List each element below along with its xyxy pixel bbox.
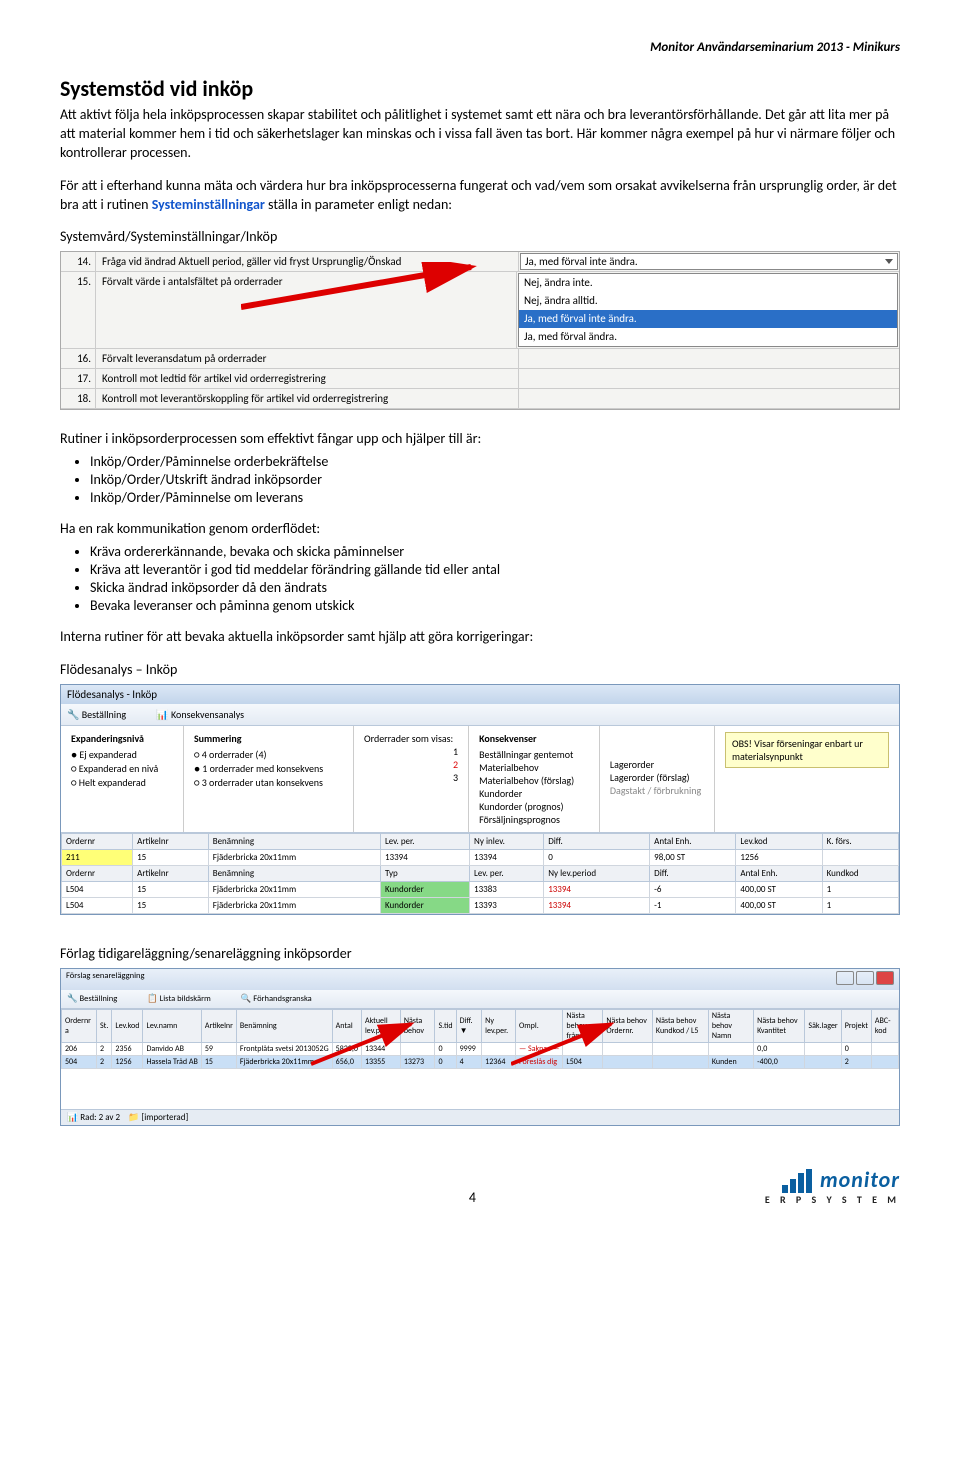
setting-num: 15.	[61, 272, 96, 348]
list-item: Kräva ordererkännande, bevaka och skicka…	[90, 543, 900, 560]
lager-item: Lagerorder	[610, 758, 704, 771]
table-row[interactable]: 20622356 Danvido AB59Frontplåta svetsi 2…	[62, 1042, 899, 1055]
setting-current-value: Ja, med förval inte ändra.	[525, 255, 638, 268]
setting-num: 18.	[61, 389, 96, 408]
kons-item: Kundorder	[479, 787, 589, 800]
setting-text: Kontroll mot ledtid för artikel vid orde…	[96, 369, 519, 388]
window-controls[interactable]	[834, 971, 894, 988]
chevron-down-icon[interactable]	[885, 259, 893, 264]
paragraph-2: För att i efterhand kunna mäta och värde…	[60, 177, 900, 215]
col-head: Expanderingsnivå	[71, 732, 173, 745]
col-sub: Beställningar gentemot	[479, 748, 589, 761]
forslag-grid: Ordernr aSt.Lev.kod Lev.namnArtikelnrBen…	[61, 1009, 899, 1069]
table-row[interactable]: 21115Fjäderbricka 20x11mm 13394133940 98…	[62, 849, 899, 865]
dropdown-option-selected[interactable]: Ja, med förval inte ändra.	[519, 310, 897, 328]
toolbar-tab[interactable]: 🔧 Beställning	[67, 708, 140, 721]
dropdown-options[interactable]: Nej, ändra inte. Nej, ändra alltid. Ja, …	[517, 272, 899, 348]
toolbar-tab[interactable]: 📊 Konsekvensanalys	[156, 708, 258, 721]
komm-list: Kräva ordererkännande, bevaka och skicka…	[90, 543, 900, 614]
list-item: Inköp/Order/Påminnelse orderbekräftelse	[90, 453, 900, 470]
forslag-heading: Förlag tidigareläggning/senareläggning i…	[60, 945, 900, 964]
list-item: Inköp/Order/Påminnelse om leverans	[90, 489, 900, 506]
obs-note: OBS! Visar förseningar enbart ur materia…	[725, 732, 889, 768]
interna-text: Interna rutiner för att bevaka aktuella …	[60, 628, 900, 647]
status-bar: 📊 Rad: 2 av 2 📁 [importerad]	[61, 1109, 899, 1125]
settings-path: Systemvård/Systeminställningar/Inköp	[60, 228, 900, 247]
page-number: 4	[180, 1189, 765, 1206]
list-item: Bevaka leveranser och påminna genom utsk…	[90, 597, 900, 614]
table-row[interactable]: L50415Fjäderbricka 20x11mm Kundorder1338…	[62, 881, 899, 897]
komm-intro: Ha en rak kommunikation genom orderflöde…	[60, 520, 900, 539]
flow-heading: Flödesanalys – Inköp	[60, 661, 900, 680]
flow-screenshot: Flödesanalys - Inköp 🔧 Beställning 📊 Kon…	[60, 684, 900, 915]
dropdown-option[interactable]: Nej, ändra inte.	[519, 274, 897, 292]
setting-value-area[interactable]: Ja, med förval inte ändra.	[519, 252, 899, 271]
list-item: Skicka ändrad inköpsorder då den ändrats	[90, 579, 900, 596]
rutiner-intro: Rutiner i inköpsorderprocessen som effek…	[60, 430, 900, 449]
rutiner-list: Inköp/Order/Påminnelse orderbekräftelse …	[90, 453, 900, 506]
radio-option[interactable]: 4 orderrader (4)	[194, 748, 343, 761]
table-row[interactable]: L50415Fjäderbricka 20x11mm Kundorder1339…	[62, 897, 899, 913]
setting-text: Förvalt leveransdatum på orderrader	[96, 349, 519, 368]
rows-shown-label: Orderrader som visas:	[364, 732, 458, 745]
dropdown-option[interactable]: Ja, med förval ändra.	[519, 328, 897, 346]
setting-num: 14.	[61, 252, 96, 271]
lager-item: Lagerorder (förslag)	[610, 771, 704, 784]
paragraph-1: Att aktivt följa hela inköpsprocessen sk…	[60, 106, 900, 163]
col-head: Konsekvenser	[479, 732, 589, 745]
kons-item: Kundorder (prognos)	[479, 800, 589, 813]
setting-text: Förvalt värde i antalsfältet på orderrad…	[96, 272, 517, 348]
radio-option[interactable]: Ej expanderad	[71, 748, 173, 761]
toolbar: 🔧 Beställning 📋 Lista bildskärm 🔍 Förhan…	[61, 990, 899, 1009]
list-item: Kräva att leverantör i god tid meddelar …	[90, 561, 900, 578]
window-title: Förslag senareläggning	[66, 971, 145, 988]
radio-option[interactable]: Expanderad en nivå	[71, 762, 173, 775]
setting-text: Fråga vid ändrad Aktuell period, gäller …	[96, 252, 519, 271]
col-head: Summering	[194, 732, 343, 745]
settings-screenshot: 14. Fråga vid ändrad Aktuell period, gäl…	[60, 251, 900, 410]
toolbar: 🔧 Beställning 📊 Konsekvensanalys	[61, 704, 899, 726]
toolbar-tab[interactable]: 🔧 Beställning	[67, 994, 131, 1004]
close-icon	[876, 971, 894, 985]
radio-option[interactable]: 3 orderrader utan konsekvens	[194, 776, 343, 789]
forslag-screenshot: Förslag senareläggning 🔧 Beställning 📋 L…	[60, 968, 900, 1126]
page-header: Monitor Användarseminarium 2013 - Miniku…	[60, 40, 900, 55]
setting-num: 17.	[61, 369, 96, 388]
systeminstallningar-link[interactable]: Systeminställningar	[152, 196, 265, 213]
flow-grid: OrdernrArtikelnrBenämning Lev. per.Ny in…	[61, 833, 899, 914]
kons-item: Försäljningsprognos	[479, 813, 589, 826]
lager-item: Dagstakt / förbrukning	[610, 784, 704, 797]
monitor-logo: monitor E R P S Y S T E M	[765, 1166, 900, 1206]
toolbar-tab[interactable]: 🔍 Förhandsgranska	[241, 994, 326, 1004]
list-item: Inköp/Order/Utskrift ändrad inköpsorder	[90, 471, 900, 488]
dropdown-option[interactable]: Nej, ändra alltid.	[519, 292, 897, 310]
window-title: Flödesanalys - Inköp	[61, 685, 899, 704]
setting-text: Kontroll mot leverantörskoppling för art…	[96, 389, 519, 408]
radio-option[interactable]: Helt expanderad	[71, 776, 173, 789]
setting-num: 16.	[61, 349, 96, 368]
kons-item: Materialbehov	[479, 761, 589, 774]
kons-item: Materialbehov (förslag)	[479, 774, 589, 787]
para2-b: ställa in parameter enligt nedan:	[265, 196, 452, 213]
table-row-selected[interactable]: 50421256 Hassela Tråd AB15Fjäderbricka 2…	[62, 1055, 899, 1068]
radio-option[interactable]: 1 orderrader med konsekvens	[194, 762, 343, 775]
toolbar-tab[interactable]: 📋 Lista bildskärm	[147, 994, 225, 1004]
page-title: Systemstöd vid inköp	[60, 75, 900, 102]
